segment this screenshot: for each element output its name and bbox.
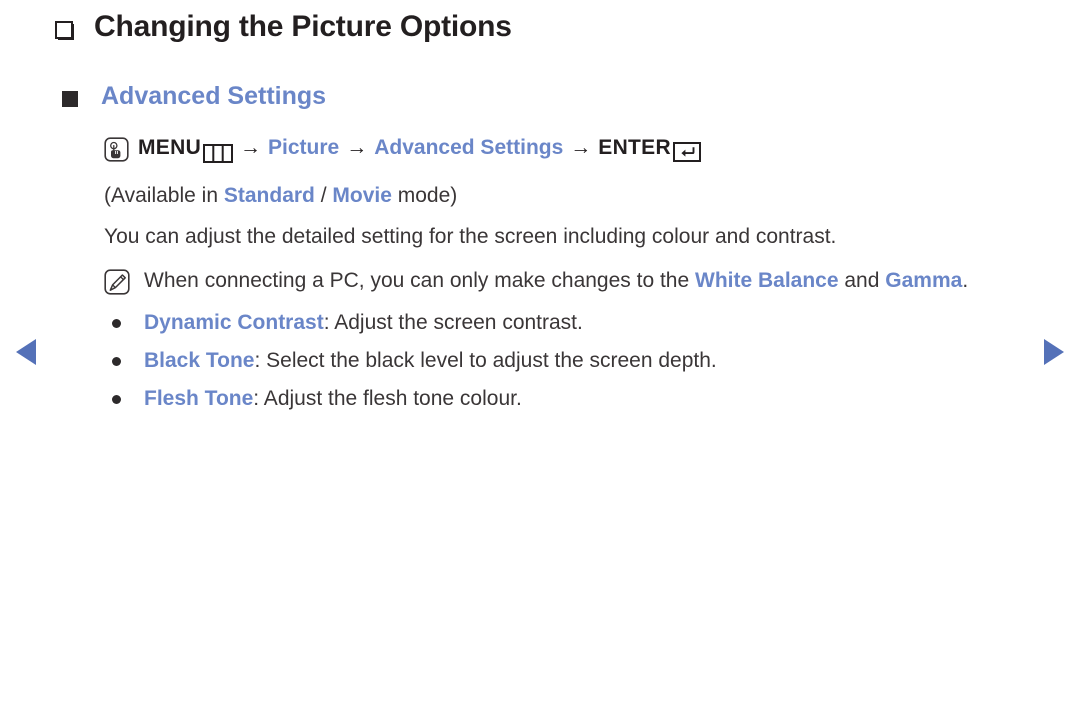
path-arrow-3: → xyxy=(570,136,592,159)
mode-movie: Movie xyxy=(332,184,392,207)
availability-prefix: (Available in xyxy=(104,184,224,207)
note-row: When connecting a PC, you can only make … xyxy=(104,264,1034,298)
option-term-black-tone: Black Tone xyxy=(144,349,255,372)
list-item: Dynamic Contrast: Adjust the screen cont… xyxy=(104,306,1034,340)
option-text: Black Tone: Select the black level to ad… xyxy=(144,344,717,378)
availability-suffix: mode) xyxy=(391,184,458,207)
option-description: : Adjust the screen contrast. xyxy=(323,311,583,334)
hollow-square-bullet-icon xyxy=(55,20,74,40)
round-bullet-icon xyxy=(112,357,121,366)
note-highlight-gamma: Gamma xyxy=(885,269,963,292)
availability-line: (Available in Standard / Movie mode) xyxy=(104,179,1034,213)
section-description: You can adjust the detailed setting for … xyxy=(104,225,837,248)
mode-standard: Standard xyxy=(223,184,315,207)
menu-path-item-advanced-settings: Advanced Settings xyxy=(374,136,564,159)
option-text: Flesh Tone: Adjust the flesh tone colour… xyxy=(144,382,522,416)
note-text-middle: and xyxy=(838,269,886,292)
round-bullet-icon xyxy=(112,319,121,328)
option-term-dynamic-contrast: Dynamic Contrast xyxy=(144,311,324,334)
menu-path-item-picture: Picture xyxy=(268,136,340,159)
round-bullet-icon xyxy=(112,395,121,404)
list-item: Black Tone: Select the black level to ad… xyxy=(104,344,1034,378)
note-text-before: When connecting a PC, you can only make … xyxy=(144,269,695,292)
option-term-flesh-tone: Flesh Tone xyxy=(144,387,254,410)
section-heading: Advanced Settings xyxy=(101,82,327,110)
finger-press-button-icon xyxy=(104,136,129,162)
option-description: : Select the black level to adjust the s… xyxy=(254,349,717,372)
note-highlight-white-balance: White Balance xyxy=(695,269,839,292)
next-page-triangle-icon[interactable] xyxy=(1040,338,1066,366)
list-item: Flesh Tone: Adjust the flesh tone colour… xyxy=(104,382,1034,416)
option-description: : Adjust the flesh tone colour. xyxy=(253,387,522,410)
section-heading-row: Advanced Settings xyxy=(62,84,326,109)
options-list: Dynamic Contrast: Adjust the screen cont… xyxy=(104,306,1034,416)
menu-button-label: MENU xyxy=(138,136,202,159)
availability-separator: / xyxy=(314,184,333,207)
enter-return-arrow-icon xyxy=(672,139,701,162)
note-text: When connecting a PC, you can only make … xyxy=(144,264,1034,298)
filled-square-bullet-icon xyxy=(62,90,78,107)
note-text-after: . xyxy=(962,269,969,292)
path-arrow-1: → xyxy=(240,136,262,159)
enter-button-label: ENTER xyxy=(598,136,671,159)
page-title-row: Changing the Picture Options xyxy=(55,12,512,42)
manual-page: Changing the Picture Options Advanced Se… xyxy=(0,0,1080,705)
page-title: Changing the Picture Options xyxy=(94,10,512,43)
note-pencil-icon xyxy=(104,269,130,295)
menu-path: MENU → Picture → Advanced Settings → ENT… xyxy=(104,131,1034,165)
content-column: MENU → Picture → Advanced Settings → ENT… xyxy=(104,131,1034,416)
menu-three-column-icon xyxy=(203,140,234,163)
option-text: Dynamic Contrast: Adjust the screen cont… xyxy=(144,306,583,340)
path-arrow-2: → xyxy=(346,136,368,159)
previous-page-triangle-icon[interactable] xyxy=(14,338,40,366)
